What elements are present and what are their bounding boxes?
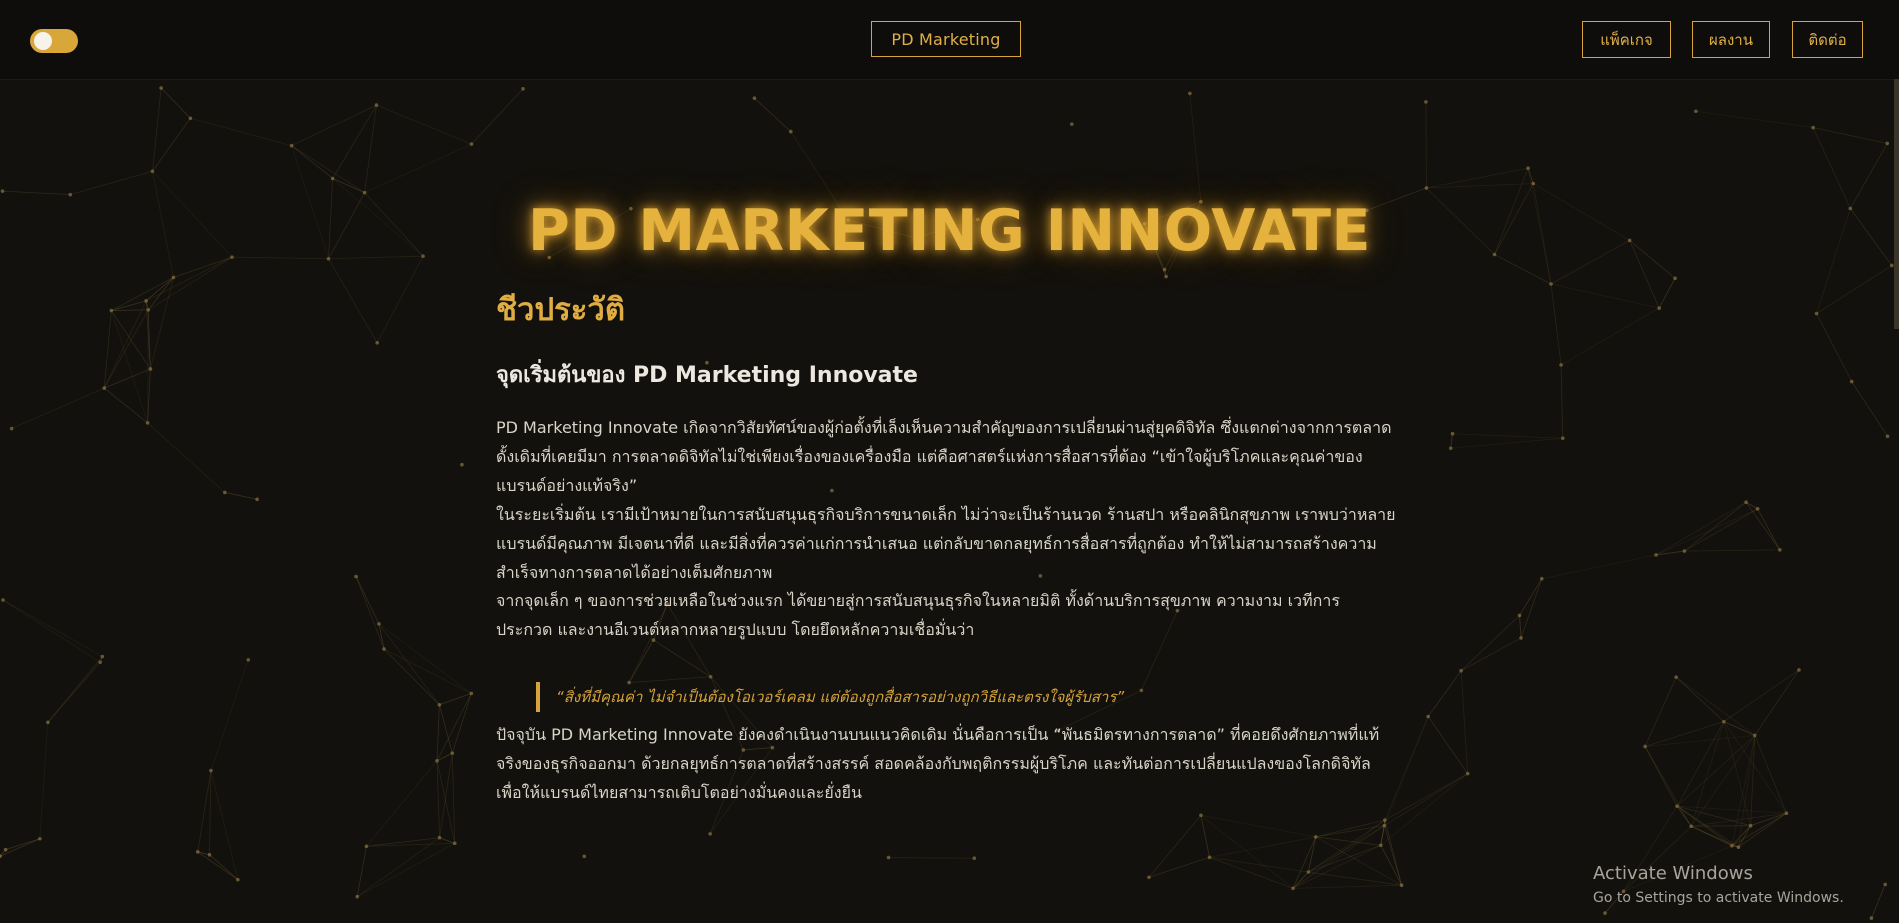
windows-activation-watermark: Activate Windows Go to Settings to activ… (1593, 862, 1844, 908)
about-paragraph-1: PD Marketing Innovate เกิดจากวิสัยทัศน์ข… (496, 418, 1392, 495)
biography-heading: ชีวประวัติ (496, 292, 625, 328)
nav-button-portfolio[interactable]: ผลงาน (1692, 21, 1770, 58)
belief-quote: “สิ่งที่มีคุณค่า ไม่จำเป็นต้องโอเวอร์เคล… (536, 682, 1416, 712)
scrollbar-thumb[interactable] (1894, 79, 1899, 329)
theme-toggle[interactable] (30, 29, 78, 53)
toggle-knob (34, 32, 52, 50)
main-content: PD MARKETING INNOVATE ชีวประวัติ จุดเริ่… (0, 0, 1899, 923)
closing-paragraph: ปัจจุบัน PD Marketing Innovate ยังคงดำเน… (496, 725, 1380, 802)
watermark-subtitle: Go to Settings to activate Windows. (1593, 890, 1844, 906)
origin-subheading: จุดเริ่มต้นของ PD Marketing Innovate (496, 363, 918, 388)
nav-button-contact[interactable]: ติดต่อ (1792, 21, 1863, 58)
hero-title: PD MARKETING INNOVATE (528, 198, 1371, 264)
about-paragraph-3: จากจุดเล็ก ๆ ของการช่วยเหลือในช่วงแรก ได… (496, 591, 1340, 639)
brand-logo-button[interactable]: PD Marketing (871, 21, 1021, 57)
watermark-title: Activate Windows (1593, 863, 1753, 884)
nav-button-packages[interactable]: แพ็คเกจ (1582, 21, 1671, 58)
about-paragraph-2: ในระยะเริ่มต้น เรามีเป้าหมายในการสนับสนุ… (496, 505, 1396, 582)
top-navbar: PD Marketing แพ็คเกจ ผลงาน ติดต่อ (0, 0, 1899, 80)
